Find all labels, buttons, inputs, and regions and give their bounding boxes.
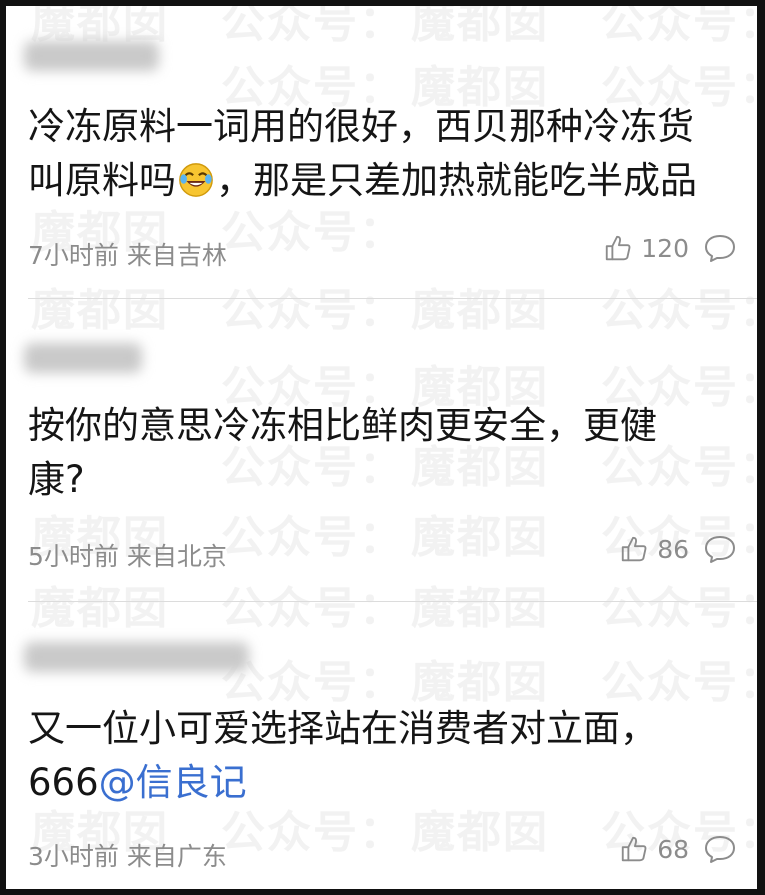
comment-time: 5小时前	[28, 542, 119, 571]
comment-item: 又一位小可爱选择站在消费者对立面， 666@信良记 3小时前 来自广东 68	[6, 602, 757, 889]
comment-meta: 7小时前 来自吉林	[28, 236, 227, 272]
comment-bubble-icon[interactable]	[703, 534, 737, 564]
screenshot-frame: 魔都囡 公众号： 魔都囡 公众号： 公众号： 魔都囡 公众号： 魔都囡 公众号：…	[0, 0, 765, 895]
comment-location: 来自广东	[126, 842, 227, 871]
laughing-tears-emoji	[177, 161, 215, 199]
like-count: 120	[641, 233, 689, 263]
username-blurred[interactable]	[24, 642, 249, 672]
comment-time: 7小时前	[28, 241, 119, 270]
comment-bubble-icon[interactable]	[703, 834, 737, 864]
comment-location: 来自吉林	[126, 241, 227, 270]
thumbs-up-icon	[619, 534, 649, 564]
comment-text-tail: ，那是只差加热就能吃半成品	[216, 159, 697, 202]
mention-link[interactable]: @信良记	[99, 761, 247, 804]
like-count: 68	[657, 834, 689, 864]
comment-text: 按你的意思冷冻相比鲜肉更安全，更健 康?	[28, 404, 657, 501]
comment-text: 又一位小可爱选择站在消费者对立面， 666@信良记	[28, 702, 739, 810]
thumbs-up-icon	[619, 834, 649, 864]
comment-meta: 3小时前 来自广东	[28, 837, 227, 873]
username-blurred[interactable]	[24, 343, 142, 373]
comment-time: 3小时前	[28, 842, 119, 871]
comment-item: 按你的意思冷冻相比鲜肉更安全，更健 康? 5小时前 来自北京 86	[6, 299, 757, 599]
comment-text: 冷冻原料一词用的很好，西贝那种冷冻货 叫原料吗 ，那是只差加热就能吃半成品	[28, 100, 739, 208]
thumbs-up-icon	[603, 233, 633, 263]
like-button[interactable]: 86	[619, 534, 689, 564]
comment-bubble-icon[interactable]	[703, 233, 737, 263]
username-blurred[interactable]	[24, 41, 159, 71]
like-count: 86	[657, 534, 689, 564]
comment-meta: 5小时前 来自北京	[28, 537, 227, 573]
comment-location: 来自北京	[126, 542, 227, 571]
like-button[interactable]: 120	[603, 233, 689, 263]
comment-item: 冷冻原料一词用的很好，西贝那种冷冻货 叫原料吗 ，那是只差加热就能吃半成品 7小时…	[6, 6, 757, 296]
like-button[interactable]: 68	[619, 834, 689, 864]
